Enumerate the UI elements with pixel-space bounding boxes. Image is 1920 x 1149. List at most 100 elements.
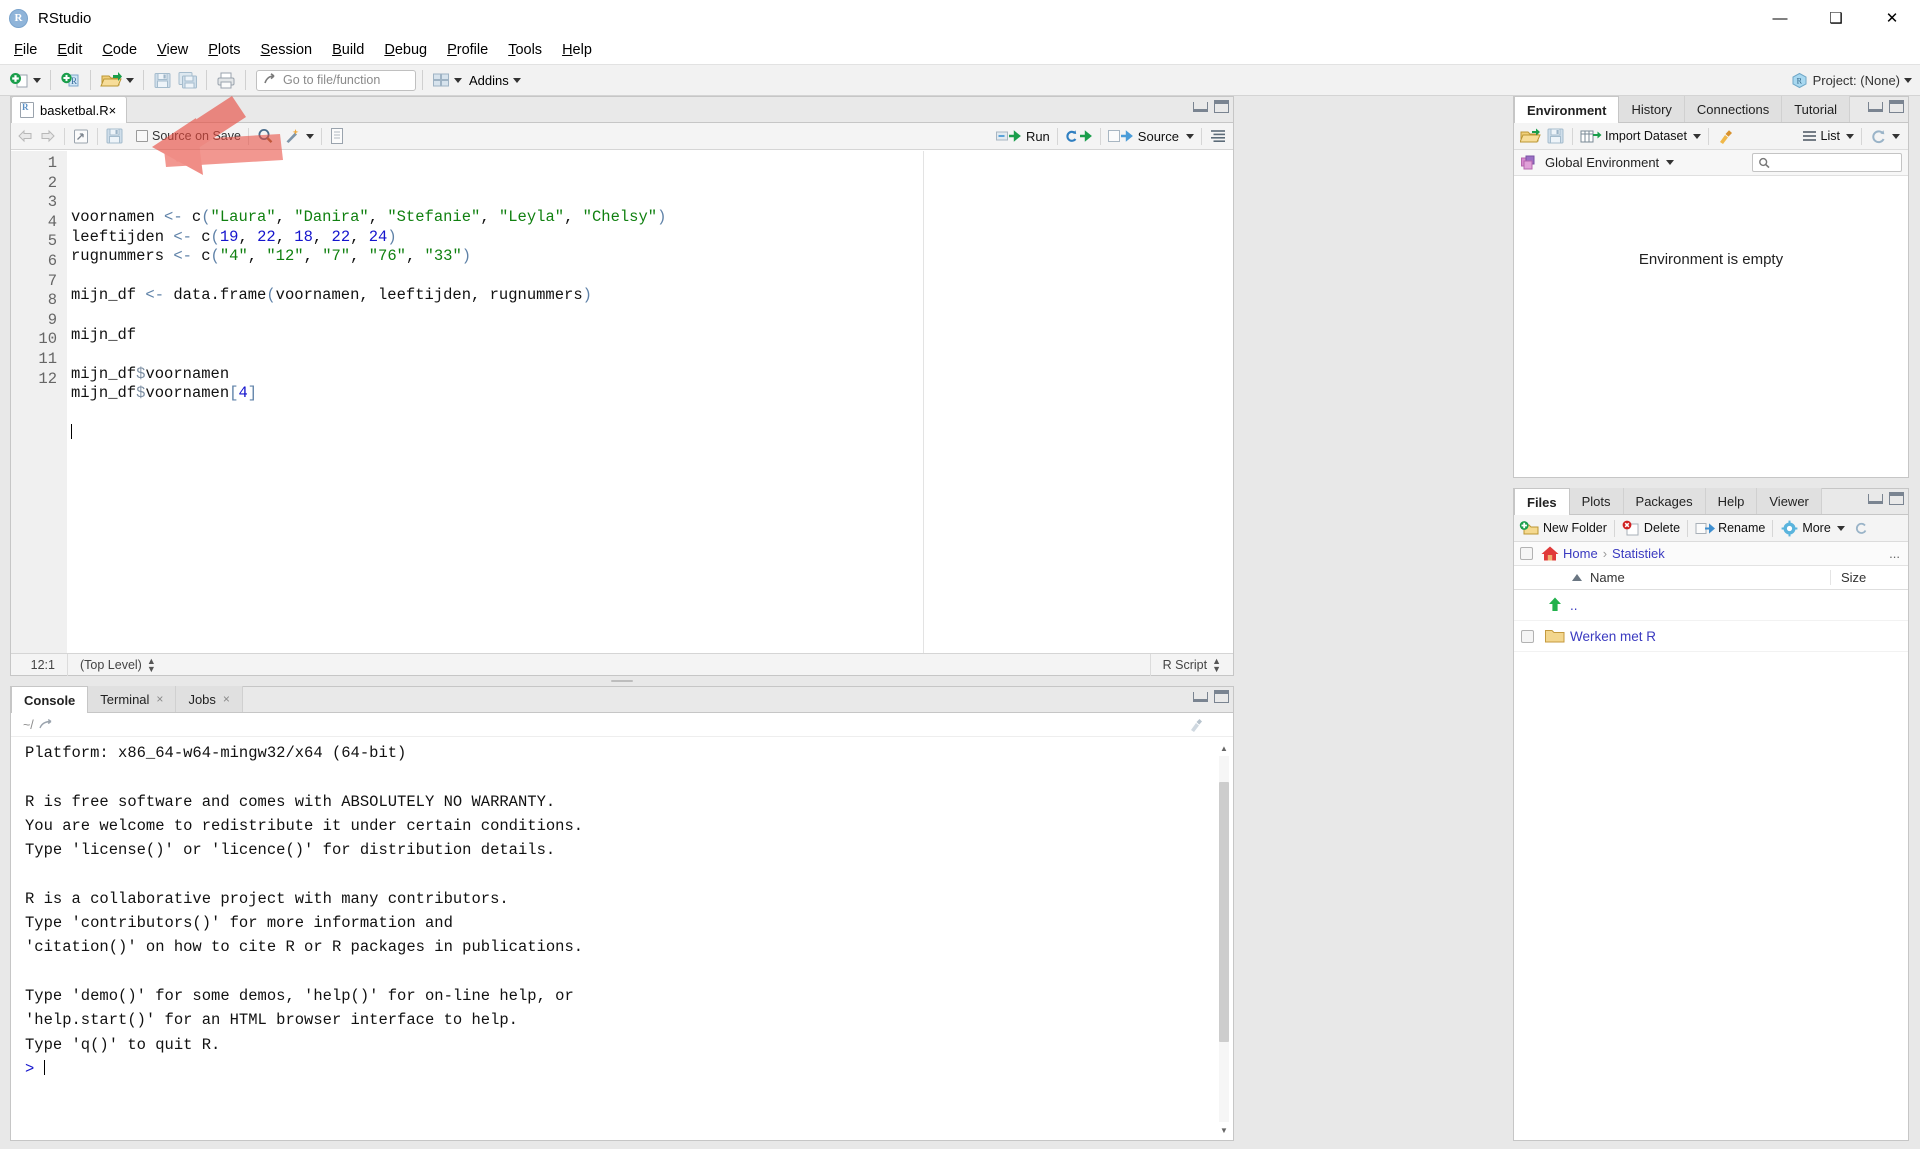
clear-console-icon[interactable] [1187, 717, 1205, 733]
home-icon[interactable] [1540, 545, 1560, 562]
menu-item-tools[interactable]: Tools [498, 39, 552, 61]
save-button[interactable] [150, 68, 175, 92]
menu-item-edit[interactable]: Edit [47, 39, 92, 61]
row-checkbox[interactable] [1520, 629, 1534, 643]
delete-button[interactable]: Delete [1622, 520, 1680, 537]
addins-button[interactable]: Addins [465, 73, 525, 88]
file-tab-basketbal[interactable]: basketbal.R × [11, 96, 128, 123]
menu-item-help[interactable]: Help [552, 39, 602, 61]
code-line[interactable]: rugnummers <- c("4", "12", "7", "76", "3… [71, 247, 1233, 267]
scroll-up-icon[interactable]: ▲ [1219, 742, 1229, 754]
maximize-button[interactable]: ❑ [1808, 0, 1864, 36]
panes-layout-button[interactable] [429, 68, 465, 92]
chevron-down-icon[interactable] [305, 133, 314, 139]
code-line[interactable] [71, 267, 1233, 287]
close-button[interactable]: ✕ [1864, 0, 1920, 36]
maximize-pane-icon[interactable] [1214, 100, 1229, 113]
maximize-pane-icon[interactable] [1214, 690, 1229, 703]
code-line[interactable]: voornamen <- c("Laura", "Danira", "Stefa… [71, 208, 1233, 228]
run-button[interactable]: Run [995, 128, 1050, 144]
select-all-checkbox[interactable] [1520, 547, 1533, 560]
console-body[interactable]: ~/ Platform: x86_64-w64-mingw32/x64 (64-… [11, 714, 1233, 1140]
code-editor-area[interactable]: 1 2 3 4 5 6 7 8 9 10 11 12 voornamen <- c("Laura", … [11, 151, 1233, 653]
scope-selector[interactable]: (Top Level) ▲ ▼ [68, 654, 168, 676]
file-type-selector[interactable]: R Script ▲ ▼ [1151, 654, 1233, 676]
horizontal-splitter[interactable] [10, 676, 1234, 686]
goto-file-function-input[interactable]: Go to file/function [256, 69, 416, 91]
project-indicator[interactable]: R Project: (None) [1791, 72, 1912, 89]
table-row[interactable]: .. [1514, 590, 1908, 621]
code-line[interactable]: mijn_df$voornamen[4] [71, 384, 1233, 404]
import-dataset-button[interactable]: Import Dataset [1580, 128, 1701, 145]
breadcrumb-item-statistiek[interactable]: Statistiek [1612, 546, 1665, 561]
console-scrollbar[interactable]: ▲ ▼ [1217, 742, 1231, 1136]
tab-terminal[interactable]: Terminal × [88, 686, 177, 712]
close-icon[interactable]: × [223, 692, 230, 706]
back-arrow-icon[interactable] [16, 128, 35, 144]
console-prompt-line[interactable]: > [11, 1057, 1233, 1081]
menu-item-file[interactable]: File [4, 39, 47, 61]
document-outline-icon[interactable] [1209, 128, 1227, 144]
view-mode-button[interactable]: List [1801, 129, 1854, 143]
tab-help[interactable]: Help [1705, 488, 1758, 514]
open-directory-icon[interactable] [39, 718, 55, 732]
code-line[interactable] [71, 423, 1233, 444]
minimize-pane-icon[interactable] [1868, 101, 1883, 112]
file-name[interactable]: .. [1570, 598, 1578, 613]
scrollbar-thumb[interactable] [1219, 782, 1229, 1042]
menu-item-session[interactable]: Session [251, 39, 323, 61]
menu-item-view[interactable]: View [147, 39, 198, 61]
tab-plots[interactable]: Plots [1569, 488, 1624, 514]
column-header-size[interactable]: Size [1830, 570, 1908, 585]
chevron-down-icon[interactable] [1846, 133, 1854, 139]
new-folder-button[interactable]: New Folder [1519, 520, 1607, 537]
maximize-pane-icon[interactable] [1889, 100, 1904, 113]
code-line[interactable]: mijn_df$voornamen [71, 365, 1233, 385]
tab-viewer[interactable]: Viewer [1757, 488, 1822, 514]
tab-jobs[interactable]: Jobs × [176, 686, 243, 712]
new-file-button[interactable] [6, 68, 44, 92]
menu-item-build[interactable]: Build [322, 39, 374, 61]
file-name[interactable]: Werken met R [1570, 629, 1656, 644]
breadcrumb-overflow[interactable]: ... [1889, 546, 1900, 561]
source-button[interactable]: Source [1107, 128, 1194, 144]
menu-item-plots[interactable]: Plots [198, 39, 250, 61]
menu-item-code[interactable]: Code [92, 39, 147, 61]
more-button[interactable]: More [1780, 520, 1845, 537]
open-file-button[interactable] [97, 68, 137, 92]
source-on-save-checkbox[interactable] [136, 130, 148, 142]
rename-button[interactable]: Rename [1695, 521, 1765, 536]
broom-icon[interactable] [1716, 127, 1736, 145]
code-line[interactable]: mijn_df [71, 326, 1233, 346]
breadcrumb-item-home[interactable]: Home [1563, 546, 1598, 561]
print-button[interactable] [213, 68, 239, 92]
row-checkbox-cell[interactable] [1514, 629, 1540, 643]
code-line[interactable] [71, 306, 1233, 326]
tab-history[interactable]: History [1619, 96, 1685, 122]
tab-tutorial[interactable]: Tutorial [1782, 96, 1851, 122]
code-line[interactable]: leeftijden <- c(19, 22, 18, 22, 24) [71, 228, 1233, 248]
environment-search-input[interactable] [1752, 153, 1902, 172]
chevron-down-icon[interactable] [1666, 160, 1675, 165]
files-refresh-icon[interactable] [1853, 521, 1868, 536]
minimize-button[interactable]: — [1752, 0, 1808, 36]
chevron-down-icon[interactable] [1836, 525, 1845, 531]
chevron-down-icon[interactable] [1892, 133, 1900, 139]
scroll-down-icon[interactable]: ▼ [1219, 1124, 1229, 1136]
tab-connections[interactable]: Connections [1684, 96, 1783, 122]
chevron-down-icon[interactable] [1692, 133, 1701, 139]
compile-report-icon[interactable] [329, 127, 345, 145]
tab-packages[interactable]: Packages [1623, 488, 1706, 514]
column-header-name[interactable]: Name [1514, 570, 1830, 585]
show-in-new-window-icon[interactable] [72, 128, 90, 145]
source-on-save-toggle[interactable]: Source on Save [136, 129, 241, 143]
maximize-pane-icon[interactable] [1889, 492, 1904, 505]
minimize-pane-icon[interactable] [1193, 691, 1208, 702]
tab-environment[interactable]: Environment [1514, 96, 1620, 123]
chevron-down-icon[interactable] [1186, 133, 1194, 139]
code-line[interactable] [71, 345, 1233, 365]
rerun-button[interactable] [1065, 128, 1093, 144]
table-row[interactable]: Werken met R [1514, 621, 1908, 652]
save-all-button[interactable] [175, 68, 200, 92]
close-icon[interactable]: × [156, 692, 163, 706]
